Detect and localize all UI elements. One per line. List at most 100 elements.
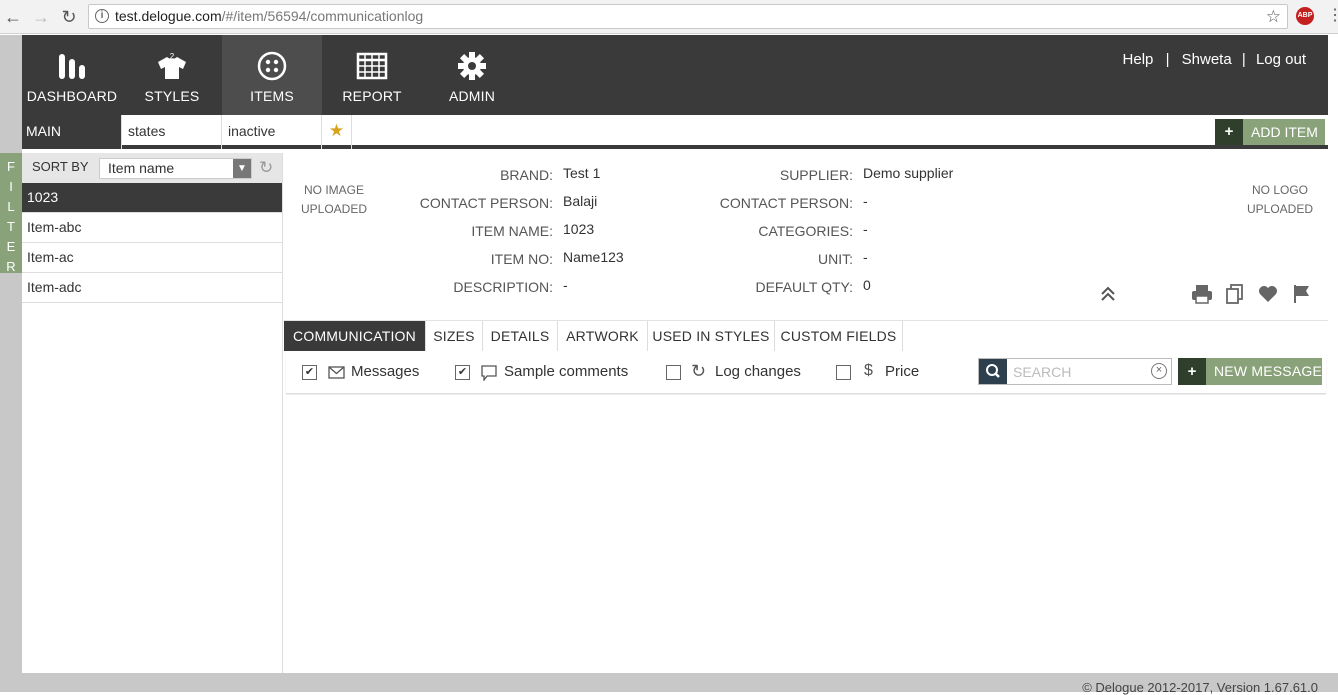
nav-report[interactable]: REPORT	[322, 35, 422, 115]
top-navigation: DASHBOARD 2 STYLES ITEMS REPORT ADMIN He…	[22, 35, 1328, 115]
view-tab-main[interactable]: MAIN	[22, 115, 122, 149]
back-icon[interactable]: ←	[2, 6, 24, 28]
tab-details[interactable]: DETAILS	[483, 321, 558, 351]
messages-label: Messages	[351, 363, 420, 380]
site-info-icon[interactable]: i	[95, 9, 109, 23]
messages-checkbox[interactable]: ✔	[302, 365, 317, 380]
nav-label: DASHBOARD	[26, 88, 118, 104]
nav-dashboard[interactable]: DASHBOARD	[22, 35, 122, 115]
default-qty-value: 0	[863, 277, 871, 293]
bar-chart-icon	[59, 54, 85, 79]
forward-icon[interactable]: →	[30, 6, 52, 28]
list-item[interactable]: Item-ac	[22, 243, 282, 273]
browser-toolbar: ← → ↻ i test.delogue.com/#/item/56594/co…	[0, 0, 1338, 34]
tab-used-in-styles[interactable]: USED IN STYLES	[648, 321, 775, 351]
heart-icon[interactable]	[1257, 283, 1279, 305]
placeholder-text: UPLOADED	[1246, 202, 1314, 216]
view-tab-states[interactable]: states	[122, 115, 222, 149]
sample-comments-checkbox[interactable]: ✔	[455, 365, 470, 380]
item-no-label: ITEM NO:	[490, 251, 553, 267]
description-label: DESCRIPTION:	[453, 279, 553, 295]
item-image-placeholder[interactable]: NO IMAGE UPLOADED	[294, 181, 374, 219]
add-item-label: ADD ITEM	[1251, 124, 1318, 140]
item-name-label: ITEM NAME:	[471, 223, 553, 239]
tab-custom-fields[interactable]: CUSTOM FIELDS	[775, 321, 903, 351]
tab-artwork[interactable]: ARTWORK	[558, 321, 648, 351]
user-name-link[interactable]: Shweta	[1182, 51, 1232, 68]
filter-letter: L	[7, 199, 15, 214]
shirt-icon: 2	[158, 52, 186, 79]
item-name-value: 1023	[563, 221, 595, 237]
nav-admin[interactable]: ADMIN	[422, 35, 522, 115]
supplier-value: Demo supplier	[863, 165, 954, 181]
list-item[interactable]: Item-abc	[22, 213, 282, 243]
search-box: ×	[978, 358, 1172, 385]
nav-items[interactable]: ITEMS	[222, 35, 322, 115]
browser-menu-icon[interactable]: ⋮	[1327, 5, 1338, 25]
item-list-sidebar: SORT BY Item name ▼ ↻ 1023 Item-abc Item…	[22, 153, 283, 673]
search-input[interactable]	[1013, 362, 1143, 381]
adblock-icon[interactable]: ABP	[1296, 7, 1314, 25]
price-label: Price	[885, 363, 920, 380]
user-links: Help | Shweta | Log out	[1121, 51, 1308, 68]
filter-tab[interactable]: F I L T E R	[0, 153, 22, 274]
copyright-text: © Delogue 2012-2017, Version 1.67.61.0	[1082, 680, 1318, 695]
contact-person-value: Balaji	[563, 193, 598, 209]
supplier-label: SUPPLIER:	[779, 167, 853, 183]
dropdown-arrow-icon: ▼	[233, 159, 251, 178]
left-strip	[0, 35, 22, 692]
sort-select[interactable]: Item name ▼	[99, 158, 252, 179]
separator: |	[1241, 51, 1246, 68]
plus-icon: +	[1215, 119, 1243, 145]
list-item[interactable]: 1023	[22, 183, 282, 213]
unit-label: UNIT:	[818, 251, 853, 267]
comment-icon	[481, 365, 497, 381]
placeholder-text: UPLOADED	[300, 202, 368, 216]
list-item[interactable]: Item-adc	[22, 273, 282, 303]
print-icon[interactable]	[1191, 283, 1213, 305]
filter-letter: E	[6, 239, 16, 254]
new-message-button[interactable]: + NEW MESSAGE	[1178, 358, 1322, 385]
brand-value: Test 1	[563, 165, 601, 181]
envelope-icon	[328, 366, 345, 379]
logo-placeholder[interactable]: NO LOGO UPLOADED	[1240, 181, 1320, 219]
plus-icon: +	[1178, 358, 1206, 385]
view-tab-inactive[interactable]: inactive	[222, 115, 322, 149]
tab-sizes[interactable]: SIZES	[426, 321, 483, 351]
item-detail: NO IMAGE UPLOADED BRAND: Test 1 CONTACT …	[284, 153, 1328, 321]
communication-filter-bar: ✔ Messages ✔ Sample comments ↻ Log chang…	[286, 352, 1326, 394]
add-item-button[interactable]: + ADD ITEM	[1215, 119, 1325, 145]
reload-icon[interactable]: ↻	[58, 6, 80, 28]
favorites-star-icon[interactable]: ★	[322, 115, 352, 149]
help-link[interactable]: Help	[1123, 51, 1154, 68]
button-icon	[257, 51, 287, 81]
dollar-icon: $	[864, 362, 873, 379]
search-icon[interactable]	[979, 359, 1007, 384]
nav-label: REPORT	[342, 88, 402, 104]
bookmark-star-icon[interactable]: ☆	[1266, 5, 1281, 28]
flag-icon[interactable]	[1291, 283, 1313, 305]
description-value: -	[563, 277, 568, 293]
price-checkbox[interactable]	[836, 365, 851, 380]
svg-text:2: 2	[170, 52, 175, 61]
copy-icon[interactable]	[1224, 283, 1246, 305]
contact-person-label: CONTACT PERSON:	[419, 195, 553, 211]
filter-letter: R	[6, 259, 16, 274]
filter-letter: F	[7, 159, 15, 174]
clear-icon[interactable]: ×	[1151, 363, 1167, 379]
gear-icon	[458, 52, 486, 80]
view-tabs: MAIN states inactive ★ + ADD ITEM	[22, 115, 1328, 149]
refresh-icon[interactable]: ↻	[259, 158, 273, 178]
logout-link[interactable]: Log out	[1256, 51, 1306, 68]
tab-communication[interactable]: COMMUNICATION	[284, 321, 426, 351]
filter-letter: I	[9, 179, 13, 194]
url-path: /#/item/56594/communicationlog	[221, 8, 424, 24]
sort-label: SORT BY	[32, 159, 89, 174]
log-changes-checkbox[interactable]	[666, 365, 681, 380]
communication-log	[284, 395, 1328, 673]
collapse-up-icon[interactable]	[1097, 283, 1119, 305]
nav-styles[interactable]: 2 STYLES	[122, 35, 222, 115]
sort-value: Item name	[108, 160, 175, 176]
categories-label: CATEGORIES:	[758, 223, 853, 239]
address-bar[interactable]: i test.delogue.com/#/item/56594/communic…	[88, 4, 1288, 29]
